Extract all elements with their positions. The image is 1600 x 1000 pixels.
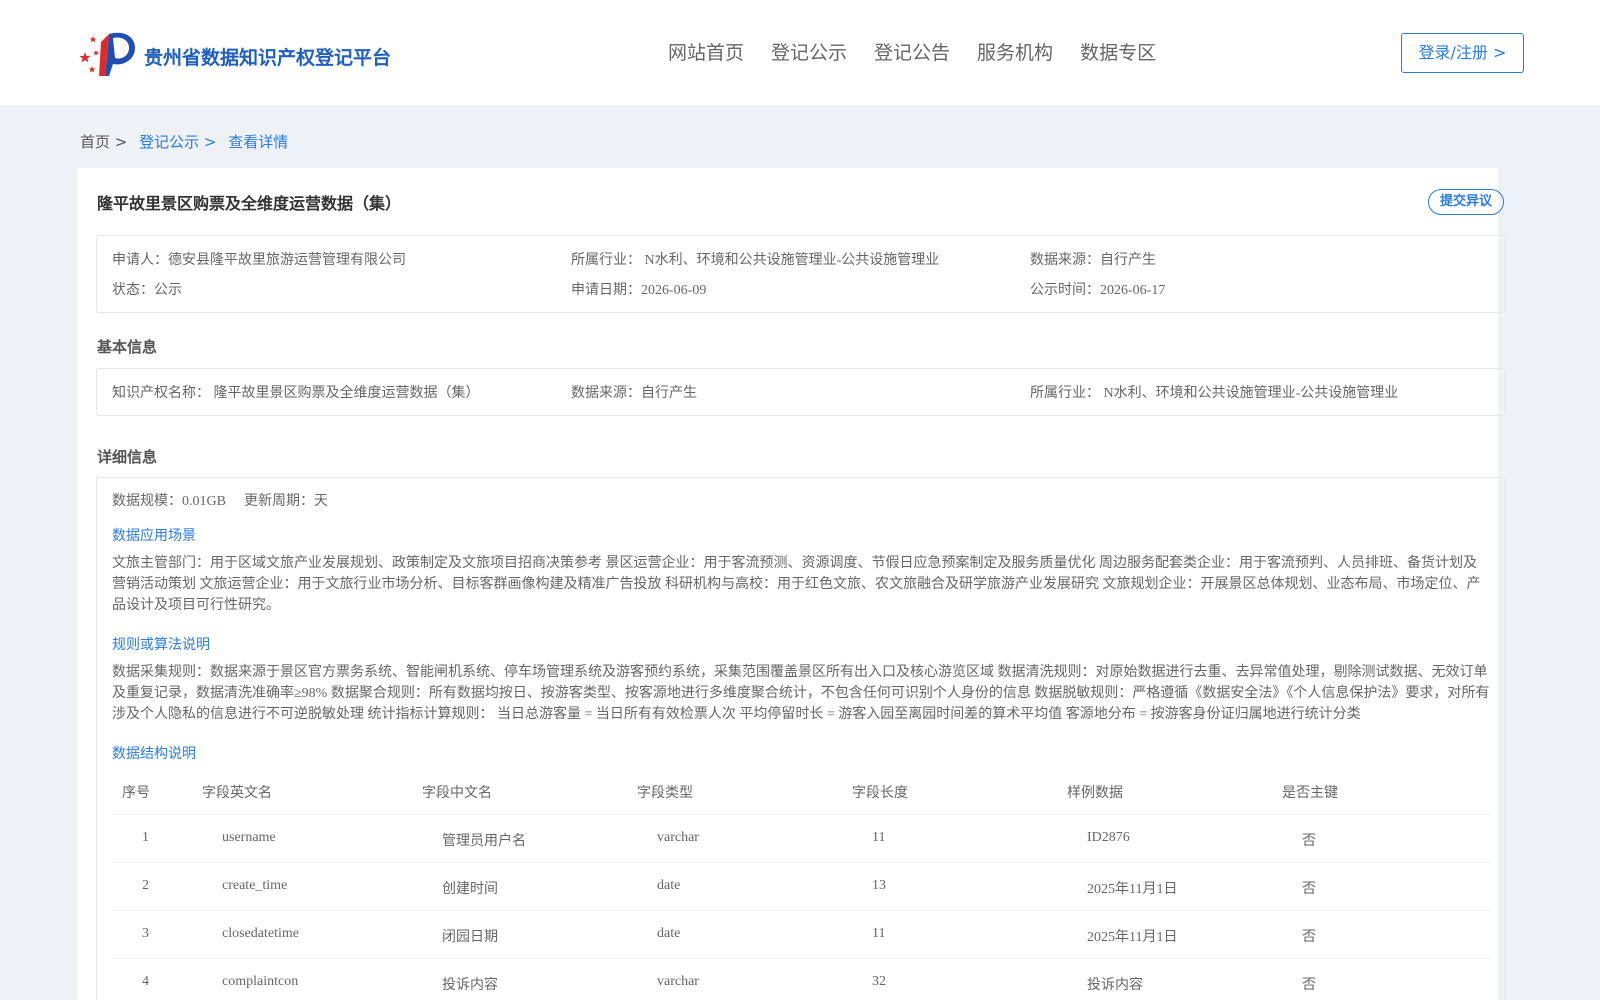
cell-type: varchar bbox=[657, 830, 699, 845]
breadcrumb-current: 查看详情 bbox=[228, 133, 289, 151]
cell-index: 3 bbox=[142, 926, 149, 941]
table-row: 2 create_time 创建时间 date 13 2025年11月1日 否 bbox=[112, 862, 1490, 910]
nav-data-zone[interactable]: 数据专区 bbox=[1080, 38, 1156, 65]
nav-registration-publicity[interactable]: 登记公示 bbox=[771, 38, 847, 65]
col-header-sample: 样例数据 bbox=[1067, 785, 1123, 801]
cell-length: 11 bbox=[872, 926, 886, 941]
cell-primary-key: 否 bbox=[1302, 930, 1316, 945]
status-text: 状态：公示 bbox=[112, 283, 182, 298]
structure-heading: 数据结构说明 bbox=[112, 747, 196, 762]
cell-chinese-name: 投诉内容 bbox=[442, 978, 498, 993]
cell-chinese-name: 闭园日期 bbox=[442, 930, 498, 945]
site-brand-title[interactable]: 贵州省数据知识产权登记平台 bbox=[144, 43, 391, 70]
cell-primary-key: 否 bbox=[1302, 834, 1316, 849]
top-header: 贵州省数据知识产权登记平台 网站首页 登记公示 登记公告 服务机构 数据专区 登… bbox=[0, 0, 1600, 105]
rules-heading: 规则或算法说明 bbox=[112, 638, 210, 653]
cell-sample: ID2876 bbox=[1087, 830, 1130, 845]
breadcrumb-home[interactable]: 首页 > bbox=[80, 133, 127, 151]
cell-sample: 2025年11月1日 bbox=[1087, 930, 1178, 945]
cell-type: date bbox=[657, 926, 681, 941]
cell-index: 4 bbox=[142, 974, 149, 989]
apply-date-text: 申请日期：2026-06-09 bbox=[571, 283, 707, 298]
submit-objection-button[interactable]: 提交异议 bbox=[1428, 189, 1504, 215]
col-header-chinese-name: 字段中文名 bbox=[422, 785, 492, 801]
publish-date-text: 公示时间：2026-06-17 bbox=[1030, 283, 1166, 298]
cell-length: 32 bbox=[872, 974, 886, 989]
cell-sample: 2025年11月1日 bbox=[1087, 882, 1178, 897]
table-row: 1 username 管理员用户名 varchar 11 ID2876 否 bbox=[112, 814, 1490, 862]
flag-logo-icon[interactable] bbox=[79, 28, 137, 78]
cell-chinese-name: 创建时间 bbox=[442, 882, 498, 897]
source-text: 数据来源：自行产生 bbox=[1030, 253, 1156, 268]
industry-text: 所属行业： N水利、环境和公共设施管理业-公共设施管理业 bbox=[571, 253, 940, 268]
cell-length: 11 bbox=[872, 830, 886, 845]
cell-index: 1 bbox=[142, 830, 149, 845]
page-title: 隆平故里景区购票及全维度运营数据（集） bbox=[97, 194, 402, 213]
nav-home[interactable]: 网站首页 bbox=[668, 38, 744, 65]
basic-industry-text: 所属行业： N水利、环境和公共设施管理业-公共设施管理业 bbox=[1030, 386, 1399, 401]
cell-type: date bbox=[657, 878, 681, 893]
basic-source-text: 数据来源：自行产生 bbox=[571, 386, 697, 401]
table-header: 序号 字段英文名 字段中文名 字段类型 字段长度 样例数据 是否主键 bbox=[112, 770, 1490, 814]
cell-english-name: closedatetime bbox=[222, 926, 299, 941]
update-period-text: 更新周期：天 bbox=[244, 494, 328, 509]
breadcrumb-publicity[interactable]: 登记公示 > bbox=[139, 133, 216, 151]
detail-info-box: 数据规模：0.01GB 更新周期：天 数据应用场景 文旅主管部门：用于区域文旅产… bbox=[96, 477, 1505, 1000]
col-header-type: 字段类型 bbox=[637, 785, 693, 801]
breadcrumb: 首页 > 登记公示 > 查看详情 bbox=[80, 131, 295, 152]
scenario-heading: 数据应用场景 bbox=[112, 529, 196, 544]
detail-card: 隆平故里景区购票及全维度运营数据（集） 提交异议 申请人：德安县隆平故里旅游运营… bbox=[77, 168, 1505, 1000]
ip-name-text: 知识产权名称： 隆平故里景区购票及全维度运营数据（集） bbox=[112, 386, 480, 401]
cell-primary-key: 否 bbox=[1302, 882, 1316, 897]
structure-table: 序号 字段英文名 字段中文名 字段类型 字段长度 样例数据 是否主键 1 use… bbox=[112, 770, 1490, 1000]
col-header-primary-key: 是否主键 bbox=[1282, 785, 1338, 801]
data-scale-text: 数据规模：0.01GB bbox=[112, 494, 226, 509]
cell-type: varchar bbox=[657, 974, 699, 989]
scenario-text: 文旅主管部门：用于区域文旅产业发展规划、政策制定及文旅项目招商决策参考 景区运营… bbox=[112, 556, 1481, 613]
cell-primary-key: 否 bbox=[1302, 978, 1316, 993]
summary-box: 申请人：德安县隆平故里旅游运营管理有限公司 所属行业： N水利、环境和公共设施管… bbox=[96, 235, 1505, 313]
col-header-index: 序号 bbox=[122, 785, 150, 801]
cell-english-name: create_time bbox=[222, 878, 288, 893]
main-nav: 网站首页 登记公示 登记公告 服务机构 数据专区 bbox=[668, 38, 1183, 65]
col-header-length: 字段长度 bbox=[852, 785, 908, 801]
basic-info-box: 知识产权名称： 隆平故里景区购票及全维度运营数据（集） 数据来源：自行产生 所属… bbox=[96, 368, 1505, 416]
cell-english-name: complaintcon bbox=[222, 974, 299, 989]
nav-service-agencies[interactable]: 服务机构 bbox=[977, 38, 1053, 65]
table-row: 3 closedatetime 闭园日期 date 11 2025年11月1日 … bbox=[112, 910, 1490, 958]
cell-length: 13 bbox=[872, 878, 886, 893]
rules-text: 数据采集规则：数据来源于景区官方票务系统、智能闸机系统、停车场管理系统及游客预约… bbox=[112, 665, 1490, 722]
cell-index: 2 bbox=[142, 878, 149, 893]
col-header-english-name: 字段英文名 bbox=[202, 785, 272, 801]
applicant-text: 申请人：德安县隆平故里旅游运营管理有限公司 bbox=[112, 253, 406, 268]
basic-info-heading: 基本信息 bbox=[97, 338, 158, 356]
cell-english-name: username bbox=[222, 830, 276, 845]
cell-sample: 投诉内容 bbox=[1087, 978, 1143, 993]
nav-registration-announcement[interactable]: 登记公告 bbox=[874, 38, 950, 65]
table-row: 4 complaintcon 投诉内容 varchar 32 投诉内容 否 bbox=[112, 958, 1490, 1000]
detail-info-heading: 详细信息 bbox=[97, 448, 158, 466]
login-register-button[interactable]: 登录/注册 > bbox=[1401, 33, 1524, 73]
cell-chinese-name: 管理员用户名 bbox=[442, 834, 526, 849]
